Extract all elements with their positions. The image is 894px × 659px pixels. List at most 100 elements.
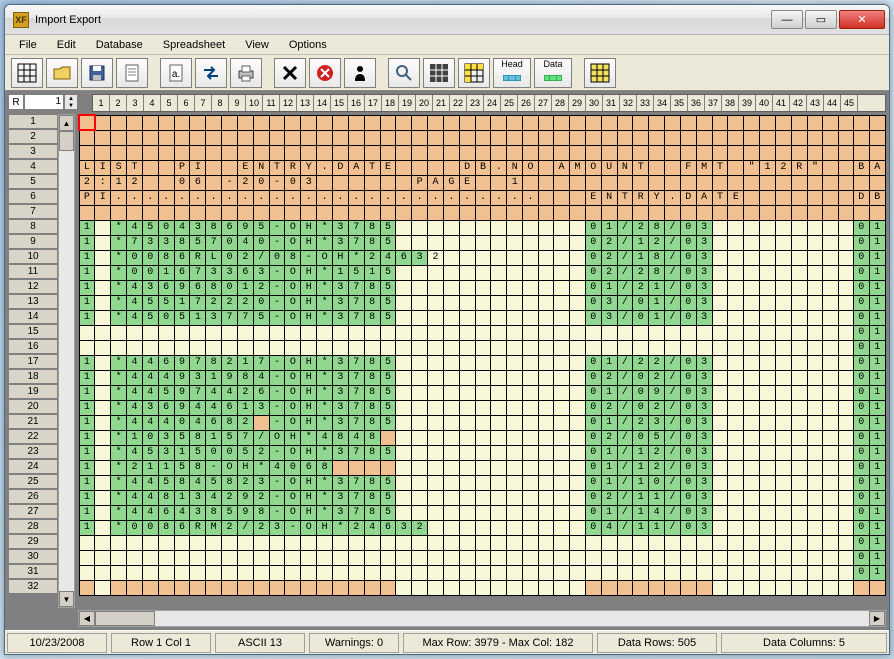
grid-cell[interactable]: 3: [696, 445, 712, 460]
grid-cell[interactable]: 4: [253, 370, 269, 385]
column-header[interactable]: 6: [178, 95, 195, 111]
new-icon[interactable]: [116, 58, 148, 88]
grid-cell[interactable]: [459, 520, 475, 535]
grid-cell[interactable]: -: [269, 415, 285, 430]
grid-cell[interactable]: 2: [206, 295, 222, 310]
grid-cell[interactable]: [617, 145, 633, 160]
grid-cell[interactable]: 8: [364, 310, 380, 325]
column-header[interactable]: 17: [365, 95, 382, 111]
grid-cell[interactable]: 8: [649, 265, 665, 280]
grid-cell[interactable]: *: [111, 520, 127, 535]
grid-cell[interactable]: [222, 535, 238, 550]
grid-cell[interactable]: 0: [680, 490, 696, 505]
grid-cell[interactable]: [443, 550, 459, 565]
grid-cell[interactable]: 7: [190, 265, 206, 280]
grid-cell[interactable]: 4: [601, 520, 617, 535]
grid-cell[interactable]: 3: [333, 385, 349, 400]
grid-cell[interactable]: [412, 370, 428, 385]
grid-cell[interactable]: /: [617, 310, 633, 325]
grid-cell[interactable]: [807, 460, 823, 475]
grid-cell[interactable]: 7: [348, 370, 364, 385]
grid-cell[interactable]: O: [285, 235, 301, 250]
grid-cell[interactable]: [617, 205, 633, 220]
grid-cell[interactable]: 1: [79, 250, 95, 265]
row-header[interactable]: 10: [8, 249, 58, 264]
grid-cell[interactable]: [269, 205, 285, 220]
grid-cell[interactable]: 2: [649, 355, 665, 370]
grid-cell[interactable]: [538, 550, 553, 565]
grid-cell[interactable]: [333, 175, 349, 190]
grid-cell[interactable]: [301, 325, 317, 340]
grid-cell[interactable]: [237, 340, 253, 355]
grid-cell[interactable]: 1: [79, 370, 95, 385]
grid-cell[interactable]: [554, 295, 570, 310]
grid-cell[interactable]: 1: [649, 310, 665, 325]
grid-cell[interactable]: 4: [222, 385, 238, 400]
grid-cell[interactable]: 1: [333, 265, 349, 280]
grid-cell[interactable]: [791, 175, 807, 190]
grid-cell[interactable]: [775, 580, 791, 595]
grid-cell[interactable]: [760, 490, 776, 505]
grid-cell[interactable]: [475, 310, 491, 325]
grid-cell[interactable]: /: [617, 430, 633, 445]
grid-cell[interactable]: [712, 385, 728, 400]
grid-cell[interactable]: [823, 400, 838, 415]
grid-cell[interactable]: [712, 130, 728, 145]
grid-cell[interactable]: [507, 550, 523, 565]
grid-cell[interactable]: 1: [79, 310, 95, 325]
grid-cell[interactable]: [601, 205, 617, 220]
grid-cell[interactable]: [475, 130, 491, 145]
grid-cell[interactable]: 1: [158, 265, 174, 280]
grid-cell[interactable]: [95, 310, 111, 325]
grid-cell[interactable]: 1: [158, 460, 174, 475]
grid-cell[interactable]: R: [791, 160, 807, 175]
grid-cell[interactable]: [823, 250, 838, 265]
grid-cell[interactable]: [206, 115, 222, 130]
grid-cell[interactable]: [807, 190, 823, 205]
grid-cell[interactable]: [380, 580, 396, 595]
grid-cell[interactable]: 1: [869, 280, 885, 295]
grid-cell[interactable]: H: [237, 460, 253, 475]
grid-cell[interactable]: 0: [253, 235, 269, 250]
grid-cell[interactable]: [222, 145, 238, 160]
grid-cell[interactable]: 0: [680, 265, 696, 280]
grid-cell[interactable]: [601, 115, 617, 130]
grid-cell[interactable]: .: [253, 190, 269, 205]
grid-cell[interactable]: [428, 580, 444, 595]
grid-cell[interactable]: [838, 145, 853, 160]
grid-cell[interactable]: [807, 580, 823, 595]
grid-cell[interactable]: 4: [190, 475, 206, 490]
grid-cell[interactable]: [396, 325, 412, 340]
grid-cell[interactable]: [333, 115, 349, 130]
grid-cell[interactable]: *: [111, 490, 127, 505]
grid-cell[interactable]: R: [190, 520, 206, 535]
grid-cell[interactable]: [823, 265, 838, 280]
grid-cell[interactable]: [538, 565, 553, 580]
grid-cell[interactable]: 1: [79, 415, 95, 430]
grid-cell[interactable]: [443, 490, 459, 505]
grid-cell[interactable]: [665, 580, 681, 595]
grid-cell[interactable]: [760, 445, 776, 460]
grid-cell[interactable]: 4: [142, 355, 158, 370]
grid-cell[interactable]: [428, 400, 444, 415]
grid-cell[interactable]: [744, 400, 760, 415]
grid-cell[interactable]: [823, 460, 838, 475]
grid-cell[interactable]: [428, 490, 444, 505]
grid-cell[interactable]: 4: [237, 235, 253, 250]
grid-cell[interactable]: [569, 565, 585, 580]
row-header[interactable]: 23: [8, 444, 58, 459]
grid-cell[interactable]: [838, 190, 853, 205]
grid-cell[interactable]: [696, 340, 712, 355]
grid-cell[interactable]: [744, 130, 760, 145]
grid-cell[interactable]: [554, 535, 570, 550]
grid-cell[interactable]: 3: [253, 475, 269, 490]
grid-cell[interactable]: [475, 220, 491, 235]
grid-cell[interactable]: 1: [869, 490, 885, 505]
grid-cell[interactable]: [459, 340, 475, 355]
grid-cell[interactable]: 0: [633, 430, 649, 445]
grid-cell[interactable]: [523, 340, 539, 355]
grid-cell[interactable]: [712, 580, 728, 595]
grid-cell[interactable]: [285, 115, 301, 130]
grid-cell[interactable]: [869, 130, 885, 145]
grid-cell[interactable]: [760, 295, 776, 310]
